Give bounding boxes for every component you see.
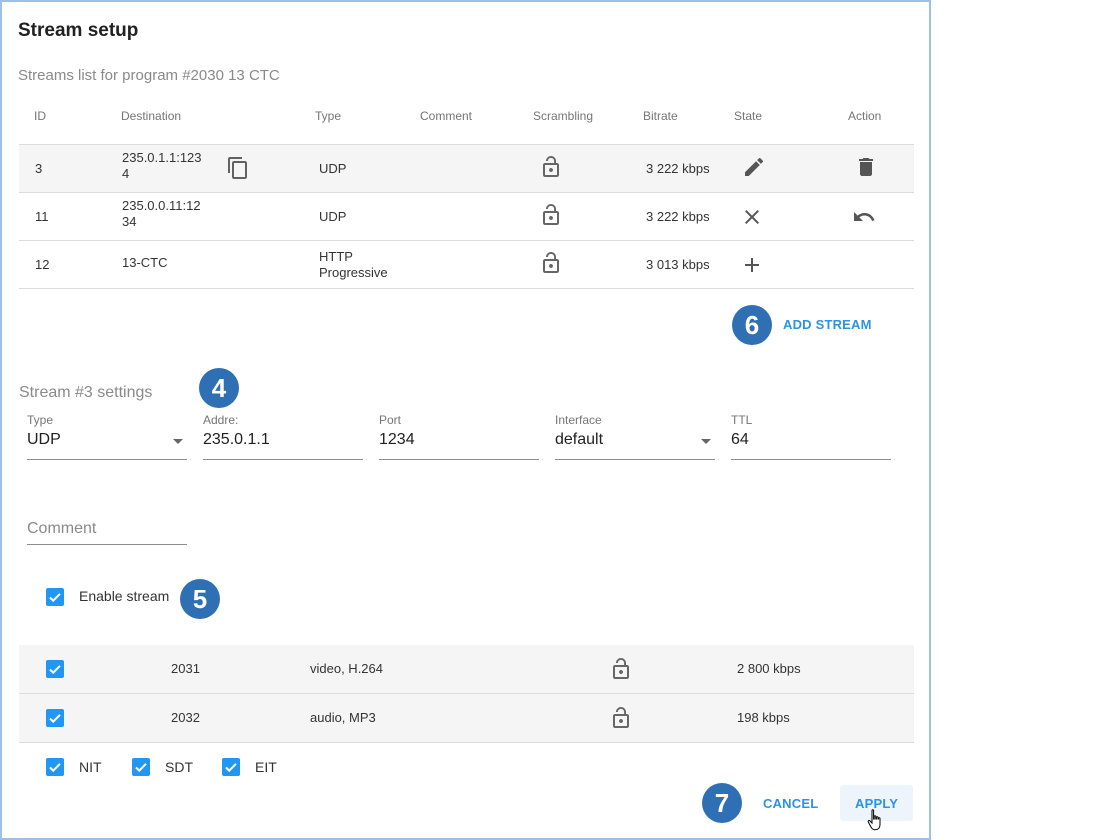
row-destination: 235.0.1.1:123 4 — [122, 150, 202, 181]
pid-row[interactable]: 2032 audio, MP3 198 kbps — [19, 694, 914, 743]
table-row[interactable]: 3 235.0.1.1:123 4 UDP 3 222 kbps — [19, 145, 914, 193]
header-id: ID — [34, 109, 46, 123]
lock-open-icon — [539, 251, 563, 275]
header-type: Type — [315, 109, 342, 123]
row-destination: 235.0.0.11:12 34 — [122, 198, 201, 229]
row-destination: 13-CTC — [122, 255, 168, 270]
row-bitrate: 3 222 kbps — [646, 161, 710, 176]
dropdown-arrow-icon — [701, 439, 711, 444]
header-state: State — [734, 109, 763, 123]
stream-setup-dialog: Stream setup Streams list for program #2… — [0, 0, 931, 840]
table-row[interactable]: 12 13-CTC HTTP Progressive 3 013 kbps — [19, 241, 914, 289]
header-action: Action — [848, 109, 882, 123]
row-id: 12 — [35, 257, 50, 272]
pid-bitrate: 2 800 kbps — [737, 661, 801, 676]
row-bitrate: 3 013 kbps — [646, 257, 710, 272]
pid-description: video, H.264 — [310, 661, 383, 676]
lock-open-icon — [539, 203, 563, 227]
dialog-title: Stream setup — [18, 20, 139, 41]
header-comment: Comment — [420, 109, 473, 123]
row-id: 3 — [35, 161, 43, 176]
comment-input[interactable]: Comment — [27, 518, 187, 545]
nit-checkbox[interactable] — [46, 758, 64, 776]
pid-checkbox[interactable] — [46, 709, 64, 727]
close-icon[interactable] — [740, 205, 764, 229]
row-type: UDP — [319, 161, 347, 176]
interface-select[interactable]: Interface default — [555, 413, 715, 460]
enable-stream-checkbox[interactable] — [46, 588, 64, 606]
pid-number: 2031 — [171, 661, 200, 676]
trash-icon[interactable] — [854, 155, 878, 179]
sdt-checkbox[interactable] — [132, 758, 150, 776]
cancel-button[interactable]: CANCEL — [763, 796, 818, 811]
pid-number: 2032 — [171, 710, 200, 725]
row-bitrate: 3 222 kbps — [646, 209, 710, 224]
undo-icon[interactable] — [852, 205, 876, 229]
table-row[interactable]: 11 235.0.0.11:12 34 UDP 3 222 kbps — [19, 193, 914, 241]
sdt-label: SDT — [165, 759, 193, 775]
callout-badge-7: 7 — [702, 783, 742, 823]
lock-open-icon — [609, 706, 633, 730]
pid-row[interactable]: 2031 video, H.264 2 800 kbps — [19, 645, 914, 694]
pid-bitrate: 198 kbps — [737, 710, 790, 725]
address-input[interactable]: Addre: 235.0.1.1 — [203, 413, 363, 460]
copy-icon[interactable] — [226, 156, 250, 180]
add-stream-button[interactable]: ADD STREAM — [783, 317, 872, 332]
eit-label: EIT — [255, 759, 277, 775]
streams-list-subtitle: Streams list for program #2030 13 CTC — [18, 67, 280, 84]
callout-badge-4: 4 — [199, 368, 239, 408]
nit-label: NIT — [79, 759, 102, 775]
pid-checkbox[interactable] — [46, 660, 64, 678]
stream-settings-title: Stream #3 settings — [19, 384, 153, 401]
type-select[interactable]: Type UDP — [27, 413, 187, 460]
plus-icon[interactable] — [740, 253, 764, 277]
lock-open-icon — [539, 155, 563, 179]
pencil-icon[interactable] — [742, 155, 766, 179]
lock-open-icon — [609, 657, 633, 681]
hand-cursor-icon — [866, 808, 886, 834]
enable-stream-label: Enable stream — [79, 588, 170, 604]
row-id: 11 — [35, 209, 49, 224]
callout-badge-5: 5 — [180, 579, 220, 619]
ttl-input[interactable]: TTL 64 — [731, 413, 891, 460]
callout-badge-6: 6 — [732, 305, 772, 345]
pid-description: audio, MP3 — [310, 710, 376, 725]
eit-checkbox[interactable] — [222, 758, 240, 776]
header-destination: Destination — [121, 109, 182, 123]
dropdown-arrow-icon — [173, 439, 183, 444]
row-type: UDP — [319, 209, 347, 224]
port-input[interactable]: Port 1234 — [379, 413, 539, 460]
header-scrambling: Scrambling — [533, 109, 594, 123]
row-type: HTTP Progressive — [319, 249, 388, 280]
header-bitrate: Bitrate — [643, 109, 678, 123]
